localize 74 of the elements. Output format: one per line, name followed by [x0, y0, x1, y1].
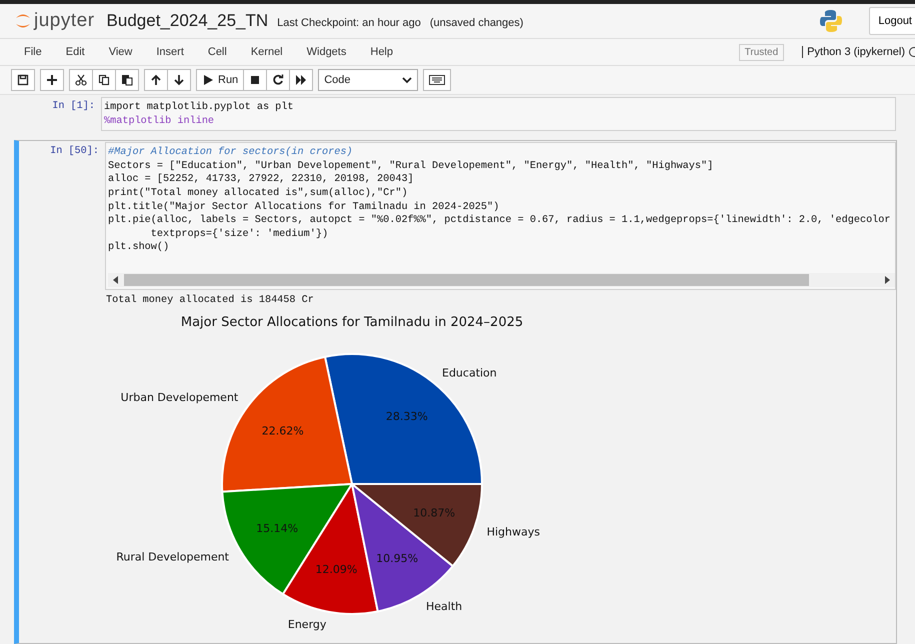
code-editor[interactable] [105, 142, 896, 290]
cut-icon [75, 74, 87, 86]
percentage-label: 28.33% [386, 410, 428, 423]
menu-item[interactable]: Cell [196, 46, 239, 58]
paste-icon [121, 74, 133, 86]
code-line: import matplotlib.pyplot as plt [104, 101, 294, 115]
notebook-name[interactable]: Budget_2024_25_TN [106, 11, 268, 31]
horizontal-scrollbar[interactable] [108, 272, 895, 287]
code-line: plt.show() [108, 241, 170, 255]
restart-button[interactable] [266, 69, 290, 91]
scroll-left-icon[interactable] [112, 276, 120, 284]
code-line: alloc = [52252, 41733, 27922, 22310, 20198, 20043] [108, 173, 414, 187]
code-line: plt.title("Major Sector Allocations for Tamilnadu in 2024-2025") [108, 200, 500, 214]
down-button[interactable] [167, 69, 191, 91]
checkpoint-status: Last Checkpoint: an hour ago [277, 16, 421, 28]
percentage-label: 22.62% [262, 424, 304, 438]
restart-icon [272, 74, 284, 86]
command-palette-button[interactable] [423, 69, 452, 91]
slice-label: Energy [288, 618, 326, 632]
fast-forward-button[interactable] [289, 69, 314, 91]
slice-label: Education [442, 366, 497, 380]
input-prompt: In [50]: [49, 144, 100, 158]
add-icon [46, 74, 58, 86]
code-line: print("Total money allocated is",sum(alloc),"Cr") [108, 186, 408, 201]
save-icon [17, 74, 29, 86]
slice-label: Urban Developement [120, 390, 238, 404]
percentage-label: 10.95% [376, 552, 418, 565]
menu-item[interactable]: Help [358, 46, 405, 58]
copy-icon [98, 74, 110, 86]
chevron-icon [402, 76, 412, 84]
percentage-label: 12.09% [315, 563, 358, 576]
up-button[interactable] [144, 69, 168, 91]
stop-button[interactable] [243, 69, 268, 91]
logo-text[interactable]: jupyter [34, 10, 95, 32]
menu-item[interactable]: Widgets [294, 46, 358, 58]
slice-label: Health [426, 600, 462, 613]
kernel-name[interactable]: Python 3 (ipykernel) [802, 46, 905, 58]
code-line: plt.pie(alloc, labels = Sectors, autopct = "%0.02f%%", pctdistance = 0.67, radius = 1.1,wedgeprops={'linewidth': 2.0, 'edgecolor [108, 214, 891, 228]
save-button[interactable] [11, 69, 35, 91]
fast-forward-icon [295, 74, 308, 86]
run-button[interactable]: Run [196, 69, 244, 91]
slice-label: Rural Developement [116, 550, 229, 564]
cut-button[interactable] [69, 69, 93, 91]
scroll-right-icon[interactable] [883, 276, 891, 284]
menu-item[interactable]: File [12, 46, 54, 58]
percentage-label: 10.87% [413, 506, 456, 520]
add-button[interactable] [40, 69, 64, 91]
slice-label: Highways [486, 525, 540, 538]
menu-item[interactable]: Edit [54, 46, 97, 58]
up-icon [150, 74, 162, 86]
code-editor[interactable]: import matplotlib.pyplot as plt %matplotlib inline [101, 97, 896, 132]
paste-button[interactable] [115, 69, 139, 91]
stop-icon [249, 74, 262, 86]
save-status: (unsaved changes) [430, 16, 524, 28]
copy-button[interactable] [92, 69, 116, 91]
menu-item[interactable]: Insert [144, 46, 196, 58]
chart-title: Major Sector Allocations for Tamilnadu in 2024–2025 [180, 314, 524, 330]
keyboard-icon [429, 75, 446, 85]
code-line: %matplotlib inline [104, 114, 214, 128]
percentage-label: 15.14% [256, 522, 298, 535]
logout-button[interactable]: Logout [869, 7, 915, 35]
code-line: textprops={'size': 'medium'}) [150, 228, 328, 242]
cell-type-dropdown[interactable]: Code [318, 69, 418, 91]
trusted-indicator[interactable]: Trusted [738, 44, 784, 60]
output-text: Total money allocated is 184458 Cr [106, 294, 315, 306]
code-line: #Major Allocation for sectors(in crores) [108, 146, 353, 160]
run-icon [202, 74, 214, 86]
down-icon [173, 74, 185, 86]
menu-item[interactable]: View [96, 46, 144, 58]
python-logo-icon [819, 9, 844, 33]
code-line: Sectors = ["Education", "Urban Developement", "Rural Developement", "Energy", "Health", "Highways"] [108, 160, 714, 174]
menu-item[interactable]: Kernel [238, 46, 295, 58]
notebook-cell[interactable] [14, 140, 897, 644]
input-prompt: In [1]: [51, 100, 96, 112]
